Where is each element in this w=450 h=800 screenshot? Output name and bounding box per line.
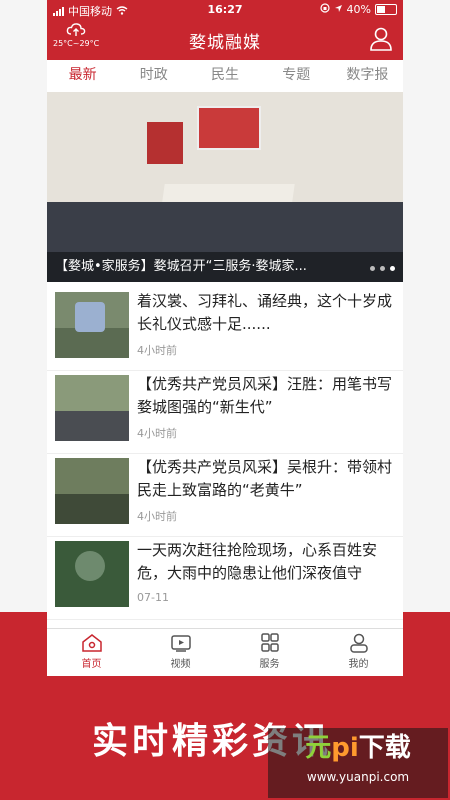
banner-photo-screen xyxy=(197,106,261,150)
news-time: 07-11 xyxy=(137,591,169,604)
site-watermark: 元pi下载 www.yuanpi.com xyxy=(268,728,448,798)
nav-video-label: 视频 xyxy=(170,659,191,670)
nav-home-label: 首页 xyxy=(81,659,102,670)
headline-carousel[interactable]: 【婺城•家服务】婺城召开“三服务·婺城家... xyxy=(47,92,403,282)
news-thumbnail xyxy=(55,292,129,358)
bottom-navigation: 首页 视频 服务 我的 xyxy=(47,628,403,676)
tab-politics[interactable]: 时政 xyxy=(118,60,189,92)
grid-icon xyxy=(260,633,279,652)
news-list: 着汉裳、习拜礼、诵经典，这个十岁成长礼仪式感十足...... 4小时前 【优秀共… xyxy=(47,288,403,620)
nav-mine-label: 我的 xyxy=(348,659,369,670)
watermark-brand-text: 下载 xyxy=(358,733,411,763)
status-bar: 中国移动 16:27 40% xyxy=(47,0,403,20)
news-item[interactable]: 【优秀共产党员风采】吴根升：带领村民走上致富路的“老黄牛” 4小时前 xyxy=(47,454,403,537)
user-profile-button[interactable] xyxy=(369,26,393,52)
lock-rotation-icon xyxy=(319,3,330,16)
watermark-url: www.yuanpi.com xyxy=(306,770,410,784)
carousel-dot xyxy=(370,266,375,271)
nav-services-label: 服务 xyxy=(259,659,280,670)
news-item[interactable]: 着汉裳、习拜礼、诵经典，这个十岁成长礼仪式感十足...... 4小时前 xyxy=(47,288,403,371)
watermark-brand-green: 元 xyxy=(305,733,332,763)
app-title: 婺城融媒 xyxy=(189,33,261,53)
tab-latest[interactable]: 最新 xyxy=(47,60,118,92)
watermark-brand: 元pi下载 xyxy=(268,728,448,768)
battery-icon xyxy=(375,4,397,15)
user-icon xyxy=(370,27,392,51)
nav-video[interactable]: 视频 xyxy=(136,629,225,676)
profile-icon xyxy=(349,633,368,653)
carousel-indicator xyxy=(370,266,395,271)
tab-topics[interactable]: 专题 xyxy=(261,60,332,92)
news-title: 一天两次赶往抢险现场，心系百姓安危，大雨中的隐患让他们深夜值守 xyxy=(137,541,378,582)
nav-home[interactable]: 首页 xyxy=(47,629,136,676)
phone-screen: 中国移动 16:27 40% 25°C~29°C 婺城融媒 最新 时政 民生 专… xyxy=(47,0,403,676)
nav-mine[interactable]: 我的 xyxy=(314,629,403,676)
news-thumbnail xyxy=(55,375,129,441)
carousel-caption: 【婺城•家服务】婺城召开“三服务·婺城家... xyxy=(47,252,403,282)
news-time: 4小时前 xyxy=(137,510,177,523)
category-tabs: 最新 时政 民生 专题 数字报 xyxy=(47,60,403,93)
nav-services[interactable]: 服务 xyxy=(225,629,314,676)
home-icon xyxy=(81,634,102,652)
news-title: 【优秀共产党员风采】汪胜：用笔书写婺城图强的“新生代” xyxy=(137,375,393,416)
news-thumbnail xyxy=(55,458,129,524)
news-thumbnail xyxy=(55,541,129,607)
status-right: 40% xyxy=(319,3,397,16)
tab-digital-paper[interactable]: 数字报 xyxy=(332,60,403,92)
banner-photo-flag xyxy=(147,122,183,164)
news-title: 【优秀共产党员风采】吴根升：带领村民走上致富路的“老黄牛” xyxy=(137,458,393,499)
battery-percent: 40% xyxy=(346,3,371,16)
video-icon xyxy=(170,635,191,652)
news-title: 着汉裳、习拜礼、诵经典，这个十岁成长礼仪式感十足...... xyxy=(137,292,393,333)
watermark-brand-orange: pi xyxy=(331,733,359,763)
news-time: 4小时前 xyxy=(137,427,177,440)
news-time: 4小时前 xyxy=(137,344,177,357)
news-item[interactable]: 一天两次赶往抢险现场，心系百姓安危，大雨中的隐患让他们深夜值守 07-11 xyxy=(47,537,403,620)
tab-livelihood[interactable]: 民生 xyxy=(189,60,260,92)
carousel-dot-active xyxy=(390,266,395,271)
carousel-dot xyxy=(380,266,385,271)
news-item[interactable]: 【优秀共产党员风采】汪胜：用笔书写婺城图强的“新生代” 4小时前 xyxy=(47,371,403,454)
location-icon xyxy=(334,3,343,16)
app-header: 25°C~29°C 婺城融媒 xyxy=(47,20,403,60)
